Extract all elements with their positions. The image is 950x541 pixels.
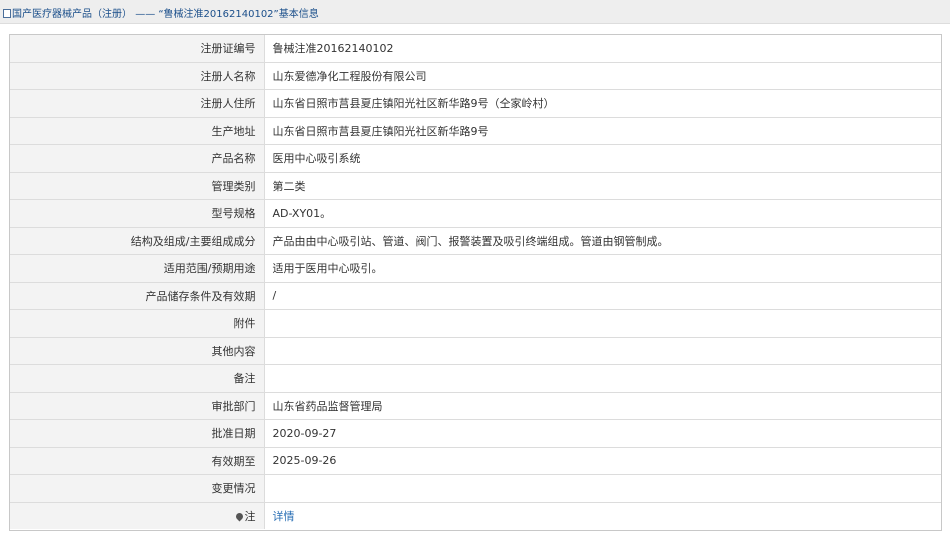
row-value (264, 364, 941, 393)
table-row: 其他内容 (10, 337, 941, 365)
table-row: 注册证编号 鲁械注准20162140102 (10, 35, 941, 63)
table-row: 产品储存条件及有效期 / (10, 282, 941, 310)
table-row: 有效期至 2025-09-26 (10, 447, 941, 475)
note-label-cell: 注 (10, 502, 265, 529)
pin-icon (234, 511, 244, 522)
table-row: 产品名称 医用中心吸引系统 (10, 144, 941, 173)
table-row: 附件 (10, 309, 941, 338)
table-row: 型号规格 AD-XY01。 (10, 199, 941, 228)
row-value: 鲁械注准20162140102 (264, 35, 941, 63)
row-label: 备注 (10, 364, 265, 393)
table-row: 适用范围/预期用途 适用于医用中心吸引。 (10, 254, 941, 283)
row-value: AD-XY01。 (264, 199, 941, 228)
detail-table: 注册证编号 鲁械注准20162140102 注册人名称 山东爱德净化工程股份有限公司… (10, 35, 941, 529)
row-value (264, 337, 941, 365)
row-label: 结构及组成/主要组成成分 (10, 227, 265, 255)
row-label: 注册人名称 (10, 62, 265, 90)
row-label: 型号规格 (10, 199, 265, 228)
row-value: 山东省药品监督管理局 (264, 392, 941, 420)
row-label: 批准日期 (10, 419, 265, 448)
table-row: 注册人住所 山东省日照市莒县夏庄镇阳光社区新华路9号（仝家岭村） (10, 89, 941, 118)
row-label: 生产地址 (10, 117, 265, 145)
table-row: 批准日期 2020-09-27 (10, 419, 941, 448)
breadcrumb-separator: —— (135, 9, 156, 20)
document-icon (3, 9, 11, 18)
breadcrumb: 国产医疗器械产品（注册） —— “鲁械注准20162140102”基本信息 (3, 5, 319, 20)
row-value: 山东省日照市莒县夏庄镇阳光社区新华路9号 (264, 117, 941, 145)
row-label: 管理类别 (10, 172, 265, 200)
row-value: 产品由由中心吸引站、管道、阀门、报警装置及吸引终端组成。管道由钢管制成。 (264, 227, 941, 255)
row-value: 山东省日照市莒县夏庄镇阳光社区新华路9号（仝家岭村） (264, 89, 941, 118)
table-row-note: 注 详情 (10, 502, 941, 529)
row-label: 审批部门 (10, 392, 265, 420)
details-link[interactable]: 详情 (273, 510, 295, 523)
breadcrumb-root[interactable]: 国产医疗器械产品（注册） (12, 9, 132, 20)
row-value: 第二类 (264, 172, 941, 200)
row-value: 适用于医用中心吸引。 (264, 254, 941, 283)
row-value (264, 474, 941, 503)
row-value: 2025-09-26 (264, 447, 941, 475)
row-value: 山东爱德净化工程股份有限公司 (264, 62, 941, 90)
row-label: 产品储存条件及有效期 (10, 282, 265, 310)
row-value: 医用中心吸引系统 (264, 144, 941, 173)
note-value-cell: 详情 (264, 502, 941, 529)
row-label: 注册证编号 (10, 35, 265, 63)
row-label: 其他内容 (10, 337, 265, 365)
top-bar: 国产医疗器械产品（注册） —— “鲁械注准20162140102”基本信息 (0, 0, 950, 24)
row-label: 有效期至 (10, 447, 265, 475)
table-row: 注册人名称 山东爱德净化工程股份有限公司 (10, 62, 941, 90)
row-value: 2020-09-27 (264, 419, 941, 448)
row-label: 注册人住所 (10, 89, 265, 118)
row-label: 产品名称 (10, 144, 265, 173)
detail-table-frame: 注册证编号 鲁械注准20162140102 注册人名称 山东爱德净化工程股份有限公司… (9, 34, 942, 531)
note-label: 注 (244, 509, 256, 523)
row-label: 适用范围/预期用途 (10, 254, 265, 283)
row-label: 附件 (10, 309, 265, 338)
row-value: / (264, 282, 941, 310)
table-row: 生产地址 山东省日照市莒县夏庄镇阳光社区新华路9号 (10, 117, 941, 145)
table-row: 结构及组成/主要组成成分 产品由由中心吸引站、管道、阀门、报警装置及吸引终端组成。… (10, 227, 941, 255)
row-label: 变更情况 (10, 474, 265, 503)
table-row: 审批部门 山东省药品监督管理局 (10, 392, 941, 420)
table-row: 变更情况 (10, 474, 941, 503)
row-value (264, 309, 941, 338)
breadcrumb-current: “鲁械注准20162140102”基本信息 (158, 9, 319, 20)
table-row: 管理类别 第二类 (10, 172, 941, 200)
table-row: 备注 (10, 364, 941, 393)
